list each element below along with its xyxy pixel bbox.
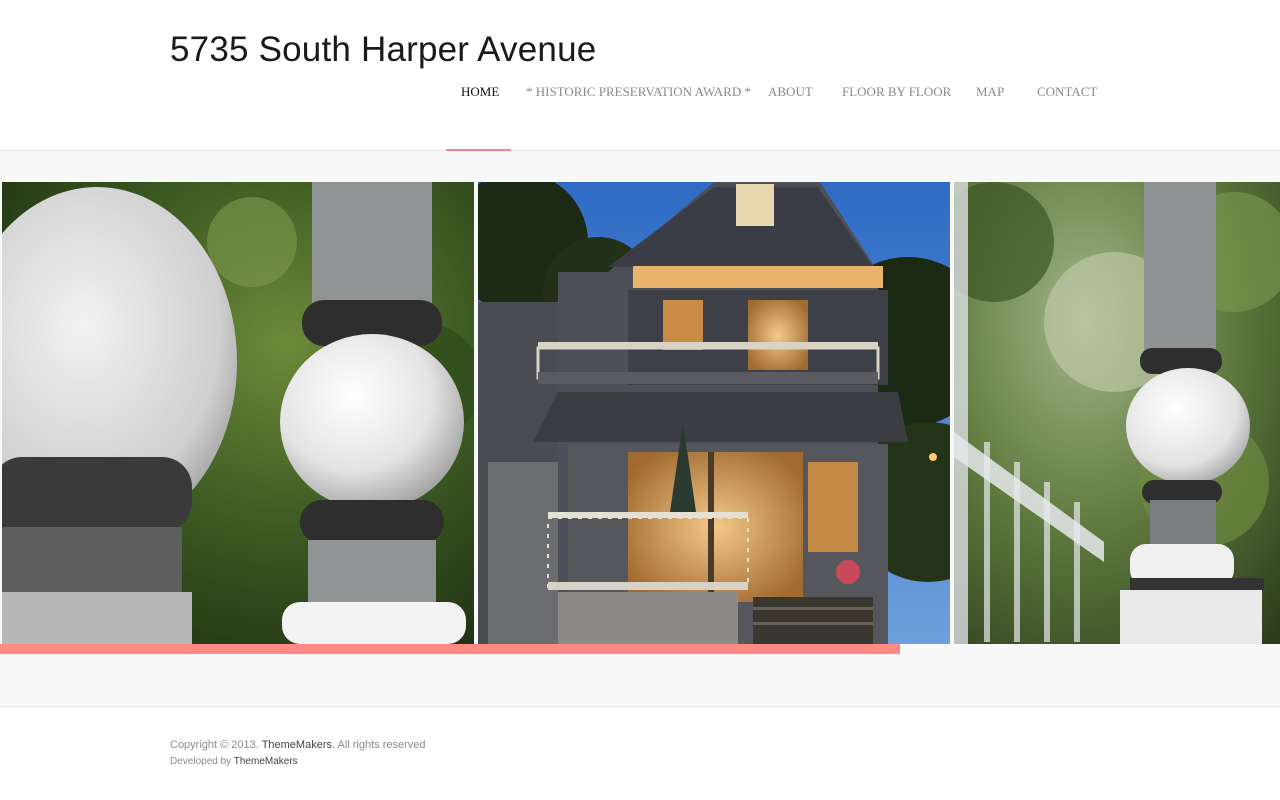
site-title[interactable]: 5735 South Harper Avenue bbox=[170, 30, 596, 70]
porch-baluster-image bbox=[2, 182, 474, 644]
nav-item-about[interactable]: ABOUT bbox=[753, 80, 827, 150]
slider-progress-bar bbox=[0, 644, 1280, 654]
nav-item-home[interactable]: HOME bbox=[446, 80, 511, 151]
nav-item-historic-preservation-award[interactable]: * HISTORIC PRESERVATION AWARD * bbox=[511, 80, 753, 150]
nav-item-floor-by-floor[interactable]: FLOOR BY FLOOR bbox=[827, 80, 961, 150]
slide-porch-baluster-closeup[interactable] bbox=[2, 182, 474, 644]
developer-link[interactable]: ThemeMakers bbox=[234, 756, 298, 767]
slide-porch-post-garden[interactable] bbox=[954, 182, 1280, 644]
porch-post-garden-image bbox=[954, 182, 1280, 644]
slider-section bbox=[0, 151, 1280, 707]
copyright-suffix: . All rights reserved bbox=[331, 739, 426, 751]
main-nav: HOME * HISTORIC PRESERVATION AWARD * ABO… bbox=[446, 80, 1112, 151]
footer-developed-by: Developed by ThemeMakers bbox=[170, 756, 298, 767]
slide-house-rear-porch-night[interactable] bbox=[478, 182, 950, 644]
image-slider[interactable] bbox=[0, 182, 1280, 644]
nav-item-map[interactable]: MAP bbox=[961, 80, 1022, 150]
copyright-prefix: Copyright © 2013. bbox=[170, 739, 259, 751]
developed-prefix: Developed by bbox=[170, 756, 232, 767]
nav-item-contact[interactable]: CONTACT bbox=[1022, 80, 1112, 150]
slider-progress-fill bbox=[0, 644, 900, 654]
site-footer: Copyright © 2013. ThemeMakers. All right… bbox=[0, 707, 1280, 800]
site-header: 5735 South Harper Avenue HOME * HISTORIC… bbox=[0, 0, 1280, 151]
thememakers-link[interactable]: ThemeMakers bbox=[262, 739, 332, 751]
house-night-image bbox=[478, 182, 950, 644]
footer-copyright: Copyright © 2013. ThemeMakers. All right… bbox=[170, 739, 426, 751]
